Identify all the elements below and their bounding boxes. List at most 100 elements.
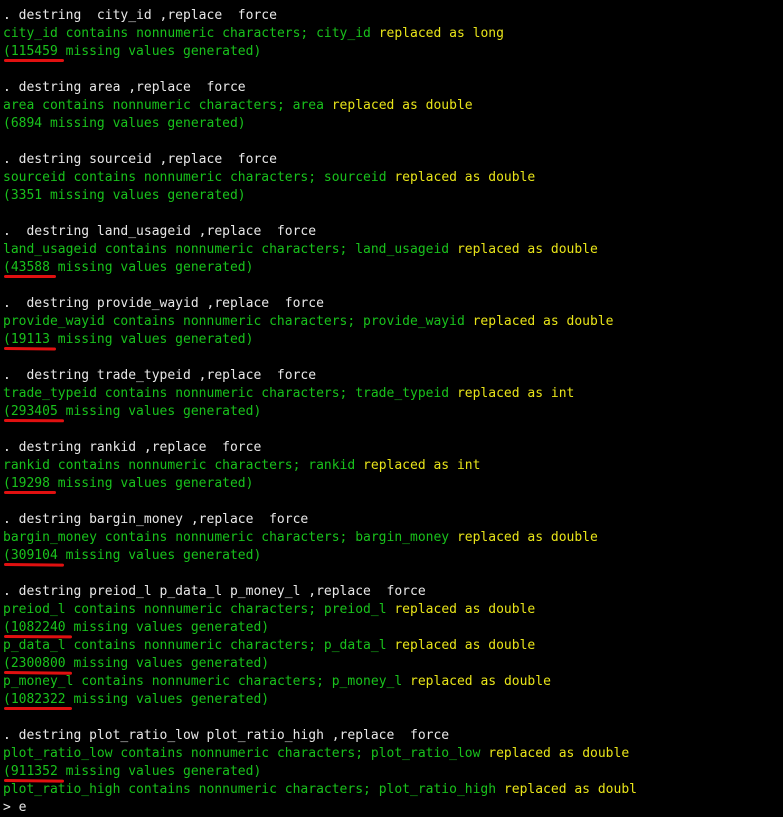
storage-type: double [488, 638, 536, 653]
result-line: sourceid contains nonnumeric characters;… [3, 169, 535, 187]
missing-values-text: (3351 missing values generated) [3, 188, 246, 203]
missing-values-text: (911352 missing values generated) [3, 764, 262, 779]
storage-type: double [550, 530, 598, 545]
command-text: . destring area ,replace force [3, 80, 246, 95]
command-text: . destring city_id ,replace force [3, 8, 277, 23]
variable-name: land_usageid [3, 242, 97, 257]
variable-name: p_money_l [331, 674, 403, 689]
variable-name: plot_ratio_high [378, 782, 497, 797]
storage-type: double [488, 602, 536, 617]
result-line: p_data_l contains nonnumeric characters;… [3, 637, 535, 655]
replaced-text: replaced as [355, 458, 457, 473]
result-line: bargin_money contains nonnumeric charact… [3, 529, 598, 547]
command-line: . destring trade_typeid ,replace force [3, 367, 316, 385]
variable-name: p_money_l [3, 674, 74, 689]
variable-name: sourceid [3, 170, 66, 185]
storage-type: double [582, 746, 630, 761]
missing-values-line: (6894 missing values generated) [3, 115, 246, 133]
command-line: . destring city_id ,replace force [3, 7, 277, 25]
command-text: . destring provide_wayid ,replace force [3, 296, 324, 311]
command-line: . destring bargin_money ,replace force [3, 511, 308, 529]
red-underline-annotation [3, 347, 57, 351]
command-prompt: > e [3, 800, 27, 815]
result-line: area contains nonnumeric characters; are… [3, 97, 473, 115]
result-line: trade_typeid contains nonnumeric charact… [3, 385, 574, 403]
replaced-text: replaced as [386, 638, 489, 653]
replaced-text: replaced as [449, 530, 551, 545]
result-text: contains nonnumeric characters; [120, 782, 379, 797]
variable-name: rankid [3, 458, 50, 473]
prompt-line[interactable]: > e [3, 799, 26, 817]
result-line: rankid contains nonnumeric characters; r… [3, 457, 480, 475]
result-text: contains nonnumeric characters; [73, 674, 332, 689]
replaced-text: replaced as [402, 674, 504, 689]
command-text: . destring preiod_l p_data_l p_money_l ,… [3, 584, 426, 599]
command-line: . destring plot_ratio_low plot_ratio_hig… [3, 727, 449, 745]
command-text: . destring bargin_money ,replace force [3, 512, 309, 527]
command-line: . destring sourceid ,replace force [3, 151, 277, 169]
missing-values-text: (2300800 missing values generated) [3, 656, 270, 671]
missing-values-text: (293405 missing values generated) [3, 404, 262, 419]
missing-values-text: (1082240 missing values generated) [3, 620, 270, 635]
missing-values-text: (43588 missing values generated) [3, 260, 254, 275]
replaced-text: replaced as [480, 746, 583, 761]
command-line: . destring area ,replace force [3, 79, 246, 97]
storage-type: int [550, 386, 575, 401]
storage-type: doubl [597, 782, 637, 797]
result-text: contains nonnumeric characters; [65, 638, 324, 653]
missing-values-line: (309104 missing values generated) [3, 547, 261, 565]
missing-values-text: (1082322 missing values generated) [3, 692, 270, 707]
missing-values-line: (2300800 missing values generated) [3, 655, 269, 673]
variable-name: plot_ratio_low [370, 746, 481, 761]
red-underline-annotation [4, 491, 56, 494]
variable-name: land_usageid [355, 242, 450, 257]
result-text: contains nonnumeric characters; [96, 242, 356, 257]
result-text: contains nonnumeric characters; [49, 458, 309, 473]
missing-values-text: (115459 missing values generated) [3, 44, 262, 59]
replaced-text: replaced as [449, 386, 551, 401]
command-text: . destring sourceid ,replace force [3, 152, 277, 167]
command-text: . destring land_usageid ,replace force [3, 224, 317, 239]
terminal-output: . destring city_id ,replace force city_id… [0, 0, 783, 815]
result-line: plot_ratio_high contains nonnumeric char… [3, 781, 637, 799]
storage-type: double [488, 170, 536, 185]
missing-values-text: (19298 missing values generated) [3, 476, 254, 491]
replaced-text: replaced as [449, 242, 551, 257]
variable-name: p_data_l [3, 638, 66, 653]
replaced-text: replaced as [370, 26, 473, 41]
command-line: . destring provide_wayid ,replace force [3, 295, 324, 313]
result-line: p_money_l contains nonnumeric characters… [3, 673, 551, 691]
result-text: contains nonnumeric characters; [96, 530, 356, 545]
replaced-text: replaced as [386, 170, 489, 185]
missing-values-text: (6894 missing values generated) [3, 116, 246, 131]
variable-name: preiod_l [323, 602, 387, 617]
variable-name: provide_wayid [363, 314, 465, 329]
storage-type: long [472, 26, 504, 41]
missing-values-line: (19113 missing values generated) [3, 331, 253, 349]
storage-type: double [425, 98, 473, 113]
result-text: contains nonnumeric characters; [112, 746, 371, 761]
red-underline-annotation [4, 59, 64, 62]
result-line: provide_wayid contains nonnumeric charac… [3, 313, 614, 331]
command-line: . destring preiod_l p_data_l p_money_l ,… [3, 583, 426, 601]
replaced-text: replaced as [464, 314, 567, 329]
variable-name: preiod_l [3, 602, 66, 617]
variable-name: rankid [308, 458, 356, 473]
replaced-text: replaced as [386, 602, 489, 617]
variable-name: plot_ratio_high [3, 782, 121, 797]
storage-type: double [550, 242, 598, 257]
result-text: contains nonnumeric characters; [96, 386, 356, 401]
variable-name: area [292, 98, 324, 113]
missing-values-text: (19113 missing values generated) [3, 332, 254, 347]
result-text: contains nonnumeric characters; [65, 602, 324, 617]
command-text: . destring plot_ratio_low plot_ratio_hig… [3, 728, 450, 743]
storage-type: double [566, 314, 614, 329]
red-underline-annotation [4, 275, 56, 278]
variable-name: provide_wayid [3, 314, 105, 329]
variable-name: p_data_l [323, 638, 387, 653]
variable-name: city_id [3, 26, 58, 41]
variable-name: plot_ratio_low [3, 746, 113, 761]
red-underline-annotation [3, 419, 65, 423]
command-line: . destring rankid ,replace force [3, 439, 261, 457]
missing-values-text: (309104 missing values generated) [3, 548, 262, 563]
